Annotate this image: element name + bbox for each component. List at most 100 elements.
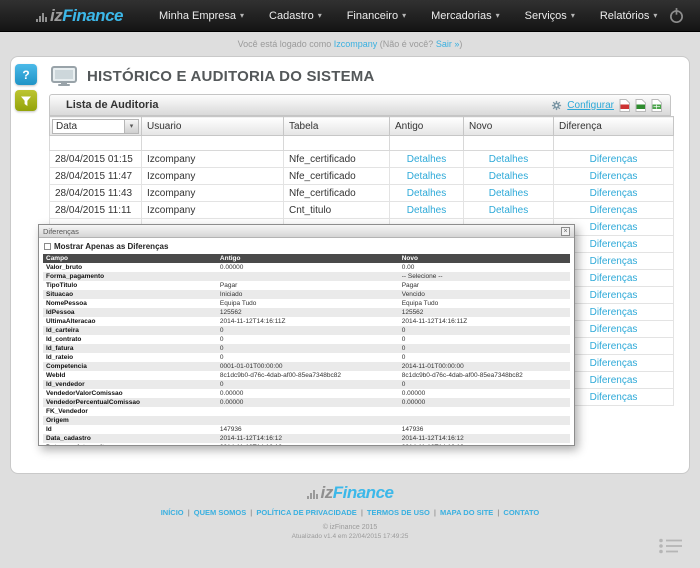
data-filter-dropdown[interactable]: Data ▾	[52, 119, 139, 134]
logo-text-iz: iz	[321, 483, 333, 503]
diferenca-cell: Diferenças	[554, 202, 674, 219]
campo-cell: Situacao	[43, 290, 217, 299]
modal-row: Id_carteira00	[43, 326, 570, 335]
antigo-value-cell: 0	[217, 380, 399, 389]
footer-link-termos-de-uso[interactable]: TERMOS DE USO	[367, 508, 430, 517]
antigo-link[interactable]: Detalhes	[407, 188, 446, 199]
diferenca-link[interactable]: Diferenças	[590, 239, 638, 250]
antigo-link[interactable]: Detalhes	[407, 205, 446, 216]
csv-export-icon[interactable]	[651, 99, 662, 112]
footer-separator: |	[497, 508, 499, 517]
filter-button[interactable]	[15, 90, 37, 111]
modal-row: Id147936147936	[43, 425, 570, 434]
chevron-down-icon[interactable]: ▾	[124, 120, 138, 133]
campo-cell: Forma_pagamento	[43, 272, 217, 281]
filter-input-data[interactable]	[50, 136, 142, 151]
list-widget-icon[interactable]	[658, 537, 684, 560]
nav-item-servi-os[interactable]: Serviços▾	[525, 10, 575, 22]
configurar-link[interactable]: Configurar	[567, 100, 614, 111]
login-prefix: Você está logado como	[238, 39, 334, 49]
novo-link[interactable]: Detalhes	[489, 188, 528, 199]
footer-link-mapa-do-site[interactable]: MAPA DO SITE	[440, 508, 493, 517]
page-title: HISTÓRICO E AUDITORIA DO SISTEMA	[87, 68, 375, 85]
diferenca-link[interactable]: Diferenças	[590, 324, 638, 335]
excel-export-icon[interactable]	[635, 99, 646, 112]
novo-link[interactable]: Detalhes	[489, 171, 528, 182]
usuario-cell: Izcompany	[142, 202, 284, 219]
footer-link-in-cio[interactable]: INÍCIO	[161, 508, 184, 517]
antigo-link[interactable]: Detalhes	[407, 171, 446, 182]
novo-value-cell: 2014-11-12T14:16:11Z	[399, 317, 570, 326]
campo-cell: IdPessoa	[43, 308, 217, 317]
antigo-value-cell: Iniciado	[217, 290, 399, 299]
nav-item-cadastro[interactable]: Cadastro▾	[269, 10, 322, 22]
pdf-export-icon[interactable]	[619, 99, 630, 112]
diferenca-link[interactable]: Diferenças	[590, 256, 638, 267]
show-only-differences-checkbox[interactable]	[44, 243, 51, 250]
column-header-tabela[interactable]: Tabela	[284, 117, 390, 136]
brand-logo[interactable]: izFinance	[36, 6, 123, 26]
footer-logo[interactable]: izFinance	[0, 483, 700, 503]
column-header-antigo[interactable]: Antigo	[390, 117, 464, 136]
nav-item-mercadorias[interactable]: Mercadorias▾	[431, 10, 500, 22]
footer-link-pol-tica-de-privacidade[interactable]: POLÍTICA DE PRIVACIDADE	[256, 508, 356, 517]
diferenca-link[interactable]: Diferenças	[590, 171, 638, 182]
help-button[interactable]: ?	[15, 64, 37, 85]
campo-cell: FK_Vendedor	[43, 407, 217, 416]
logout-power-button[interactable]	[666, 6, 686, 26]
diferenca-link[interactable]: Diferenças	[590, 205, 638, 216]
diferenca-link[interactable]: Diferenças	[590, 273, 638, 284]
antigo-value-cell: 2014-11-12T14:16:11Z	[217, 317, 399, 326]
antigo-value-cell: 8c1dc9b0-d76c-4dab-af00-85ea7348bc82	[217, 371, 399, 380]
modal-row: TipoTituloPagarPagar	[43, 281, 570, 290]
footer-separator: |	[361, 508, 363, 517]
page: izFinance Minha Empresa▾Cadastro▾Finance…	[0, 0, 700, 568]
data-cell: 28/04/2015 01:15	[50, 151, 142, 168]
nav-item-financeiro[interactable]: Financeiro▾	[347, 10, 406, 22]
modal-checkbox-row: Mostrar Apenas as Diferenças	[39, 238, 574, 254]
diferenca-link[interactable]: Diferenças	[590, 392, 638, 403]
logout-link[interactable]: Sair »	[436, 39, 460, 49]
diferenca-link[interactable]: Diferenças	[590, 307, 638, 318]
column-header-diferenca[interactable]: Diferença	[554, 117, 674, 136]
footer-link-contato[interactable]: CONTATO	[503, 508, 539, 517]
footer-link-quem-somos[interactable]: QUEM SOMOS	[194, 508, 247, 517]
diferenca-link[interactable]: Diferenças	[590, 358, 638, 369]
footer-links: INÍCIO | QUEM SOMOS | POLÍTICA DE PRIVACIDAD…	[0, 508, 700, 517]
diferenca-link[interactable]: Diferenças	[590, 341, 638, 352]
column-header-novo[interactable]: Novo	[464, 117, 554, 136]
novo-value-cell: -- Selecione --	[399, 272, 570, 281]
nav-item-relat-rios[interactable]: Relatórios▾	[600, 10, 658, 22]
modal-row: VendedorPercentualComissao0.000000.00000	[43, 398, 570, 407]
diferenca-link[interactable]: Diferenças	[590, 154, 638, 165]
diferenca-link[interactable]: Diferenças	[590, 290, 638, 301]
nav-item-label: Minha Empresa	[159, 10, 236, 22]
footer-separator: |	[188, 508, 190, 517]
close-icon[interactable]: ×	[561, 227, 570, 236]
modal-row: Id_rateio00	[43, 353, 570, 362]
novo-link[interactable]: Detalhes	[489, 154, 528, 165]
novo-link[interactable]: Detalhes	[489, 205, 528, 216]
column-header-usuario[interactable]: Usuario	[142, 117, 284, 136]
modal-title: Diferenças	[43, 227, 561, 236]
diff-table: Campo Antigo Novo Valor_bruto0.000000.00…	[43, 254, 570, 446]
diferenca-link[interactable]: Diferenças	[590, 188, 638, 199]
filter-input-diferenca[interactable]	[554, 136, 674, 151]
novo-value-cell: 2014-11-01T00:00:00	[399, 362, 570, 371]
filter-input-usuario[interactable]	[142, 136, 284, 151]
filter-input-antigo[interactable]	[390, 136, 464, 151]
nav-item-minha-empresa[interactable]: Minha Empresa▾	[159, 10, 244, 22]
diferencas-modal: Diferenças × Mostrar Apenas as Diferença…	[38, 224, 575, 446]
table-row: 28/04/2015 11:47IzcompanyNfe_certificado…	[50, 168, 674, 185]
modal-titlebar[interactable]: Diferenças ×	[39, 225, 574, 238]
diferenca-link[interactable]: Diferenças	[590, 222, 638, 233]
username-link[interactable]: Izcompany	[334, 39, 378, 49]
filter-input-novo[interactable]	[464, 136, 554, 151]
novo-value-cell: 0	[399, 326, 570, 335]
diferenca-link[interactable]: Diferenças	[590, 375, 638, 386]
data-filter-value: Data	[53, 121, 124, 132]
logo-text-iz: iz	[50, 6, 62, 26]
filter-input-tabela[interactable]	[284, 136, 390, 151]
diff-header-row: Campo Antigo Novo	[43, 254, 570, 263]
antigo-link[interactable]: Detalhes	[407, 154, 446, 165]
